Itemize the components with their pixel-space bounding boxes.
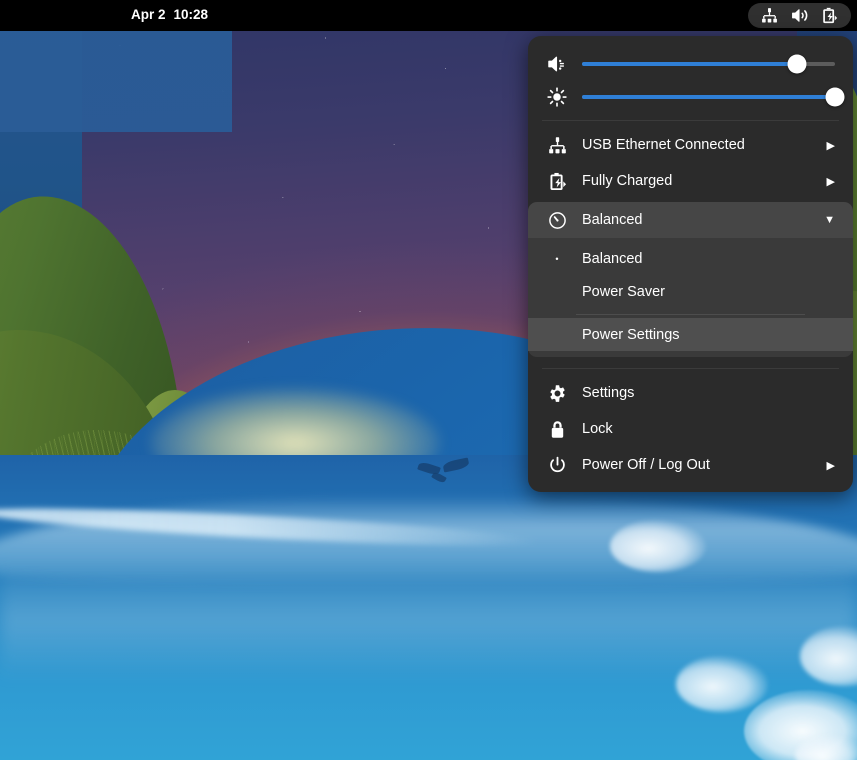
power-profile-option-label: Balanced <box>582 250 643 267</box>
power-profile-option-power-saver[interactable]: Power Saver <box>528 275 853 308</box>
power-profile-submenu: • Balanced Power Saver Power Settings <box>528 238 853 357</box>
volume-slider-row[interactable] <box>528 47 853 80</box>
wallpaper-cloud <box>676 656 768 712</box>
menu-item-power-off[interactable]: Power Off / Log Out ▶ <box>528 447 853 483</box>
menu-item-label: USB Ethernet Connected <box>582 137 745 153</box>
submenu-divider <box>576 314 805 315</box>
chevron-down-icon[interactable]: ▼ <box>824 214 835 226</box>
volume-icon[interactable] <box>542 54 572 74</box>
power-profile-option-label: Power Saver <box>582 283 666 300</box>
volume-icon <box>791 7 808 24</box>
menu-item-settings[interactable]: Settings <box>528 375 853 411</box>
gear-icon <box>542 384 572 403</box>
power-icon <box>542 456 572 475</box>
selected-bullet-icon: • <box>555 253 559 264</box>
clock-button[interactable]: Apr 2 10:28 <box>131 7 208 22</box>
menu-item-power-profile[interactable]: Balanced ▼ <box>528 202 853 238</box>
menu-divider-bottom <box>542 368 839 369</box>
menu-item-label: Settings <box>582 385 635 401</box>
volume-slider-knob[interactable] <box>787 54 807 73</box>
brightness-slider-fill <box>582 94 835 99</box>
volume-slider-track[interactable] <box>582 54 835 73</box>
menu-divider-top <box>542 120 839 121</box>
chevron-right-icon[interactable]: ▶ <box>827 175 835 188</box>
power-profile-group: Balanced ▼ • Balanced Power Saver Power … <box>528 202 853 361</box>
network-ethernet-icon <box>761 7 778 24</box>
top-bar: Apr 2 10:28 <box>0 0 857 31</box>
battery-charging-icon <box>542 172 572 191</box>
menu-item-label: Fully Charged <box>582 173 673 189</box>
battery-charging-icon <box>821 7 838 24</box>
chevron-right-icon[interactable]: ▶ <box>827 459 835 472</box>
power-settings-link[interactable]: Power Settings <box>528 318 853 351</box>
menu-item-label: Lock <box>582 421 613 437</box>
menu-item-usb-ethernet[interactable]: USB Ethernet Connected ▶ <box>528 127 853 163</box>
menu-item-label: Balanced <box>582 212 643 228</box>
lock-icon <box>542 420 572 439</box>
brightness-icon[interactable] <box>542 86 572 107</box>
brightness-slider-track[interactable] <box>582 87 845 106</box>
brightness-slider-row[interactable] <box>528 80 853 113</box>
volume-slider-fill <box>582 61 798 66</box>
system-status-pill[interactable] <box>748 3 851 28</box>
menu-item-lock[interactable]: Lock <box>528 411 853 447</box>
menu-item-label: Power Off / Log Out <box>582 457 710 473</box>
brightness-slider-knob[interactable] <box>825 87 845 106</box>
power-settings-label: Power Settings <box>582 326 680 343</box>
power-profile-option-balanced[interactable]: • Balanced <box>528 242 853 275</box>
wallpaper-cloud <box>610 520 706 572</box>
quick-settings-menu[interactable]: USB Ethernet Connected ▶ Fully Charged ▶ <box>528 36 853 492</box>
clock-time: 10:28 <box>173 7 209 22</box>
clock-date: Apr 2 <box>131 7 166 22</box>
menu-item-battery[interactable]: Fully Charged ▶ <box>528 163 853 199</box>
chevron-right-icon[interactable]: ▶ <box>827 139 835 152</box>
network-ethernet-icon <box>542 136 572 155</box>
power-profile-icon <box>542 211 572 230</box>
